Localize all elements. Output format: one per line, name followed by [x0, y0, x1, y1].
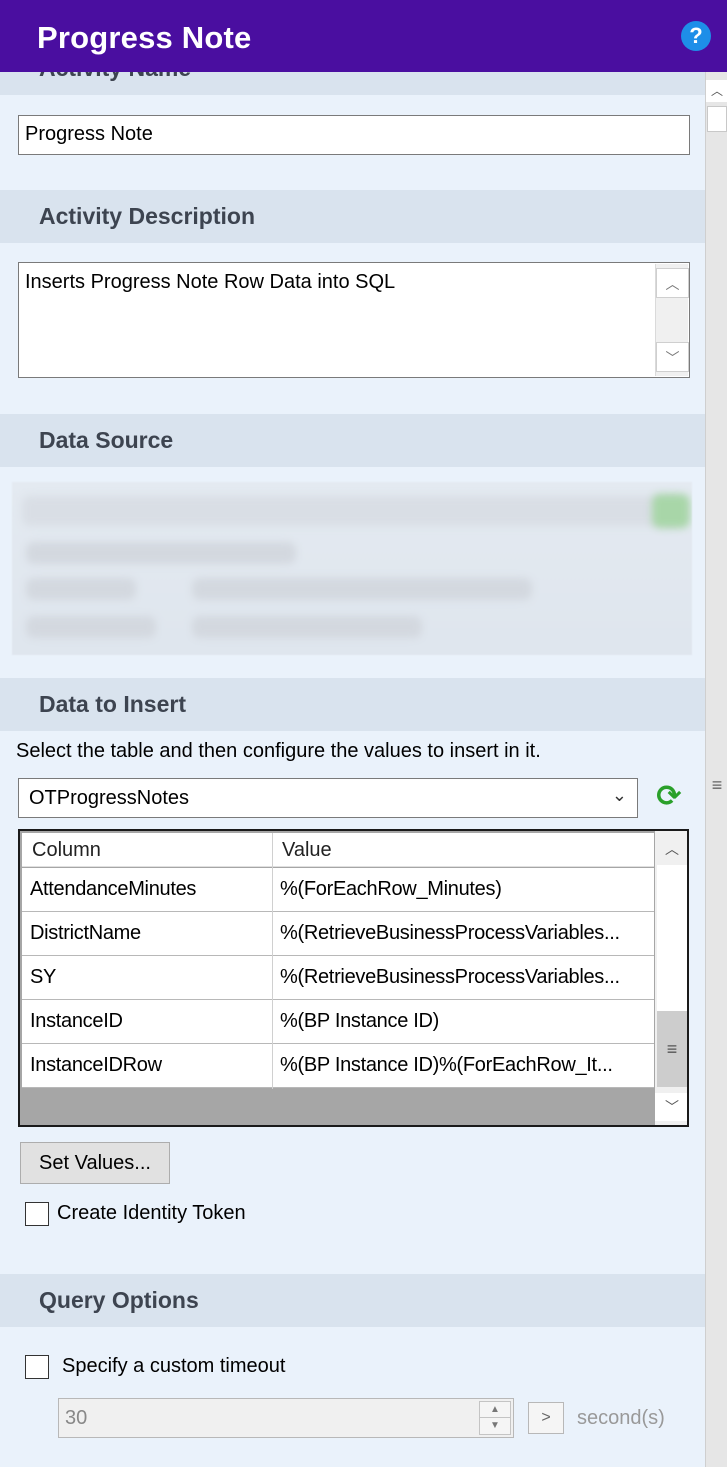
window-title: Progress Note [37, 20, 252, 55]
grid-cell-value: %(RetrieveBusinessProcessVariables... [280, 922, 620, 944]
grid-header-column[interactable]: Column [32, 839, 101, 862]
panel-scrollbar[interactable]: ︿ ≡ [705, 72, 727, 1467]
table-row[interactable]: InstanceID %(BP Instance ID) [22, 1000, 654, 1044]
chevron-up-icon[interactable]: ︿ [706, 80, 727, 102]
activity-description-text: Inserts Progress Note Row Data into SQL [25, 271, 396, 293]
create-identity-token-checkbox[interactable] [25, 1202, 49, 1226]
data-to-insert-instruction: Select the table and then configure the … [16, 740, 541, 762]
table-row[interactable]: InstanceIDRow %(BP Instance ID)%(ForEach… [22, 1044, 654, 1088]
blurred-status-icon [652, 494, 690, 528]
section-title-activity-description: Activity Description [39, 203, 255, 229]
textarea-scrollbar[interactable]: ︿ ﹀ [655, 264, 689, 376]
section-header-activity-name: Activity Name [0, 72, 705, 95]
section-header-data-to-insert: Data to Insert [0, 678, 705, 731]
scrollbar-thumb[interactable] [707, 106, 727, 132]
grid-column-divider[interactable] [272, 833, 273, 1089]
refresh-icon[interactable]: ⟳ [654, 780, 684, 814]
activity-name-input[interactable]: Progress Note [18, 115, 690, 155]
blurred-text-line [26, 542, 296, 564]
table-select-value: OTProgressNotes [29, 787, 190, 809]
timeout-stepper[interactable]: 30 ▲ ▼ [58, 1398, 514, 1438]
custom-timeout-checkbox[interactable] [25, 1355, 49, 1379]
create-identity-token-label[interactable]: Create Identity Token [57, 1202, 246, 1225]
grid-cell-column: InstanceIDRow [30, 1054, 162, 1076]
data-source-blurred-region [12, 482, 692, 655]
section-title-activity-name: Activity Name [39, 72, 191, 82]
title-bar: Progress Note ? [0, 0, 727, 72]
blurred-text-line [26, 578, 136, 600]
chevron-down-icon[interactable]: ﹀ [655, 1093, 687, 1121]
timeout-value: 30 [65, 1407, 88, 1429]
grip-icon: ≡ [711, 775, 723, 795]
properties-panel: Activity Name Progress Note Activity Des… [0, 72, 705, 1467]
stepper-up-icon[interactable]: ▲ [480, 1402, 510, 1418]
table-select[interactable]: OTProgressNotes ⌄ [18, 778, 638, 818]
chevron-up-icon[interactable]: ︿ [656, 268, 689, 298]
set-values-button[interactable]: Set Values... [20, 1142, 170, 1184]
timeout-expand-button[interactable]: > [528, 1402, 564, 1434]
grid-header-row: Column Value [22, 833, 654, 867]
chevron-down-icon: ⌄ [611, 785, 627, 805]
help-icon[interactable]: ? [681, 21, 711, 51]
custom-timeout-label[interactable]: Specify a custom timeout [62, 1355, 285, 1378]
grid-cell-column: DistrictName [30, 922, 141, 944]
timeout-unit-label: second(s) [577, 1407, 665, 1429]
grid-cell-value: %(ForEachRow_Minutes) [280, 878, 502, 900]
grid-cell-value: %(RetrieveBusinessProcessVariables... [280, 966, 620, 988]
scrollbar-track[interactable] [657, 865, 687, 1011]
blurred-text-line [192, 616, 422, 638]
blurred-text-line [26, 616, 156, 638]
stepper-down-icon[interactable]: ▼ [480, 1418, 510, 1434]
grip-icon: ≡ [666, 1039, 678, 1059]
grid-cell-value: %(BP Instance ID) [280, 1010, 440, 1032]
section-header-data-source: Data Source [0, 414, 705, 467]
table-row[interactable]: SY %(RetrieveBusinessProcessVariables... [22, 956, 654, 1000]
section-title-data-to-insert: Data to Insert [39, 691, 186, 717]
grid-header-value[interactable]: Value [282, 839, 332, 862]
section-title-data-source: Data Source [39, 427, 174, 453]
grid-cell-value: %(BP Instance ID)%(ForEachRow_It... [280, 1054, 613, 1076]
section-header-query-options: Query Options [0, 1274, 705, 1327]
blurred-connection-bar [22, 496, 682, 526]
activity-description-textarea[interactable]: Inserts Progress Note Row Data into SQL … [18, 262, 690, 378]
section-header-activity-description: Activity Description [0, 190, 705, 243]
chevron-down-icon[interactable]: ﹀ [656, 342, 689, 372]
grid-cell-column: SY [30, 966, 57, 988]
column-value-grid: Column Value AttendanceMinutes %(ForEach… [18, 829, 689, 1127]
table-row[interactable]: AttendanceMinutes %(ForEachRow_Minutes) [22, 868, 654, 912]
chevron-up-icon[interactable]: ︿ [655, 835, 687, 863]
grid-cell-column: AttendanceMinutes [30, 878, 197, 900]
table-row[interactable]: DistrictName %(RetrieveBusinessProcessVa… [22, 912, 654, 956]
section-title-query-options: Query Options [39, 1287, 199, 1313]
grid-cell-column: InstanceID [30, 1010, 123, 1032]
blurred-text-line [192, 578, 532, 600]
stepper-buttons[interactable]: ▲ ▼ [479, 1401, 511, 1435]
grid-scrollbar[interactable]: ︿ ≡ ﹀ [655, 831, 687, 1125]
